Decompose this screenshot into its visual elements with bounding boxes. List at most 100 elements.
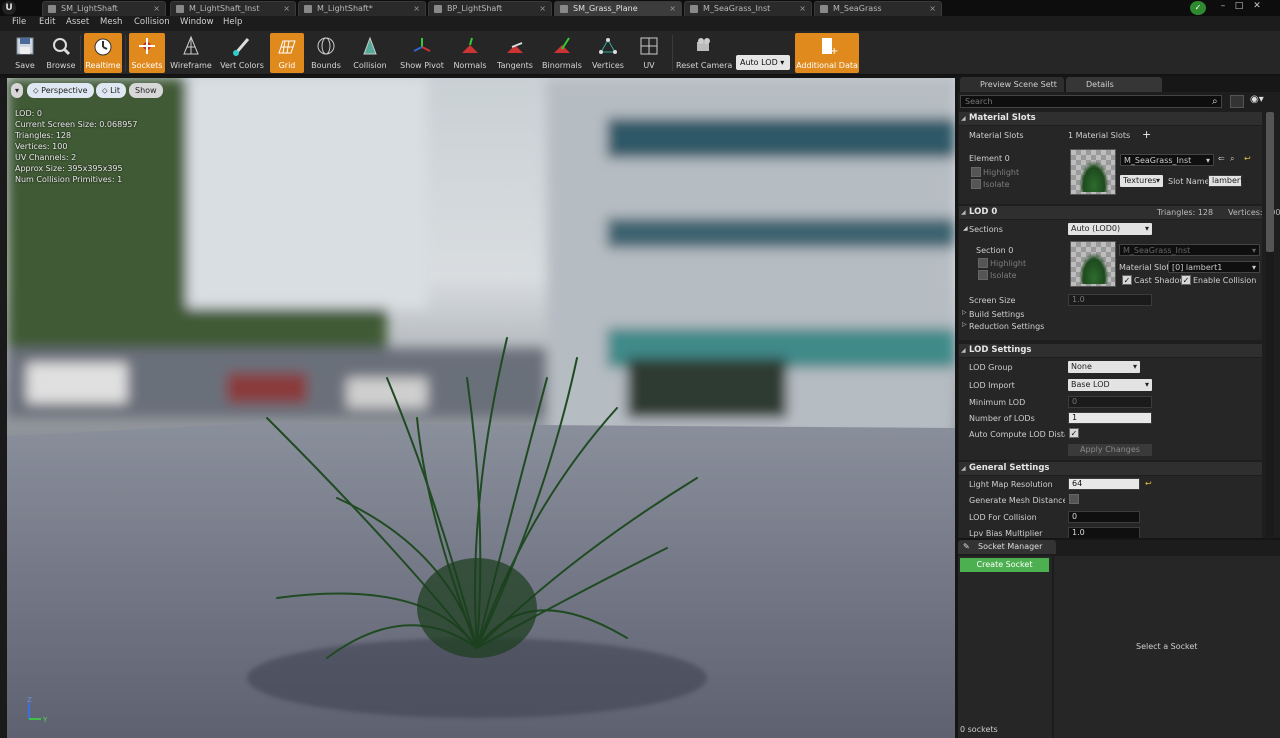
number-of-lods-field[interactable]: 1 [1068,412,1152,424]
lightmap-resolution-field[interactable]: 64 [1068,478,1140,490]
create-socket-button[interactable]: Create Socket [960,558,1049,572]
browse-button[interactable]: Browse [44,33,78,73]
maximize-icon[interactable]: □ [1232,0,1246,14]
tab-details[interactable]: Details [1066,77,1162,92]
source-control-icon[interactable]: ✓ [1190,1,1206,15]
wireframe-button[interactable]: Wireframe [168,33,214,73]
section-material-slots[interactable]: Material Slots [959,112,1262,125]
menu-mesh[interactable]: Mesh [100,17,122,27]
reset-arrow-icon[interactable]: ↩ [1145,479,1152,488]
save-icon [16,37,34,55]
material-dropdown[interactable]: M_SeaGrass_Inst [1120,154,1214,167]
viewport-options-button[interactable]: ▾ [11,83,24,98]
material-slot-dropdown[interactable]: [0] lambert1 [1168,261,1260,274]
minimize-icon[interactable]: – [1216,0,1230,14]
vertices-button[interactable]: Vertices [590,33,626,73]
section-isolate-checkbox[interactable] [978,270,988,280]
add-slot-icon[interactable]: + [1142,128,1151,141]
details-search-input[interactable]: Search [960,95,1222,108]
expand-arrow-icon[interactable]: ▷ [962,321,967,328]
tab-sm-grass-plane[interactable]: SM_Grass_Plane × [554,1,682,16]
socket-list[interactable] [958,556,1052,738]
tab-m-seagrass-inst[interactable]: M_SeaGrass_Inst × [684,1,812,16]
additional-data-button[interactable]: + Additional Data [795,33,859,73]
menu-edit[interactable]: Edit [39,17,55,27]
tangents-button[interactable]: Tangents [494,33,536,73]
close-window-icon[interactable]: ✕ [1250,0,1264,14]
screen-size-field[interactable]: 1.0 [1068,294,1152,306]
section-material-dropdown[interactable]: M_SeaGrass_Inst [1119,244,1260,257]
save-button[interactable]: Save [8,33,42,73]
bounds-button[interactable]: Bounds [308,33,344,73]
close-tab-icon[interactable]: × [283,2,290,16]
cast-shadow-checkbox[interactable]: ✓ [1122,275,1132,285]
grid-button[interactable]: Grid [270,33,304,73]
general-settings-body: Light Map Resolution 64 ↩ Generate Mesh … [959,476,1262,538]
section-lod-settings[interactable]: LOD Settings [959,344,1262,357]
material-thumbnail[interactable] [1070,149,1116,195]
tab-m-lightshaft[interactable]: M_LightShaft* × [298,1,426,16]
close-tab-icon[interactable]: × [669,2,676,16]
lit-button[interactable]: ⬦ Lit [96,83,126,98]
menu-window[interactable]: Window [180,17,214,27]
preview-viewport[interactable]: ▾ ⬦ Perspective ⬦ Lit Show LOD: 0 Curren… [7,78,955,738]
expand-arrow-icon[interactable]: ▷ [962,309,967,316]
auto-lod-dropdown[interactable]: Auto LOD ▾ [736,55,790,70]
slot-name-field[interactable]: lambert1 [1208,175,1248,187]
menu-file[interactable]: File [12,17,26,27]
auto-compute-lod-checkbox[interactable]: ✓ [1069,428,1079,438]
menu-asset[interactable]: Asset [66,17,89,27]
normals-button[interactable]: Normals [452,33,488,73]
collapse-arrow-icon[interactable]: ◢ [963,225,968,232]
lod-group-dropdown[interactable]: None [1068,361,1140,373]
generate-mesh-df-checkbox[interactable] [1069,494,1079,504]
browse-asset-icon[interactable]: ⌕ [1230,154,1234,164]
socket-details: Select a Socket [1054,556,1280,738]
tab-bp-lightshaft[interactable]: BP_LightShaft × [428,1,552,16]
tab-m-lightshaft-inst[interactable]: M_LightShaft_Inst × [170,1,296,16]
close-tab-icon[interactable]: × [413,2,420,16]
section-general-settings[interactable]: General Settings [959,462,1262,475]
use-selected-icon[interactable]: ⇐ [1218,154,1225,163]
vert-colors-button[interactable]: Vert Colors [218,33,266,73]
tab-m-seagrass[interactable]: M_SeaGrass × [814,1,942,16]
enable-collision-checkbox[interactable]: ✓ [1181,275,1191,285]
show-pivot-button[interactable]: Show Pivot [398,33,446,73]
lod-import-dropdown[interactable]: Base LOD [1068,379,1152,391]
close-tab-icon[interactable]: × [799,2,806,16]
reset-arrow-icon[interactable]: ↩ [1244,154,1251,163]
section-material-thumbnail[interactable] [1070,241,1116,287]
collision-button[interactable]: Collision [348,33,392,73]
realtime-button[interactable]: Realtime [84,33,122,73]
apply-changes-button[interactable]: Apply Changes [1068,444,1152,456]
tab-preview-scene-settings[interactable]: Preview Scene Sett [960,77,1064,92]
textures-dropdown[interactable]: Textures [1120,175,1163,187]
highlight-checkbox[interactable] [971,167,981,177]
close-tab-icon[interactable]: × [153,2,160,16]
menu-help[interactable]: Help [223,17,242,27]
uv-button[interactable]: UV [630,33,668,73]
perspective-button[interactable]: ⬦ Perspective [27,83,94,98]
binormals-button[interactable]: Binormals [540,33,584,73]
additional-data-icon: + [822,38,838,57]
grid-view-icon[interactable] [1230,95,1244,108]
lpv-bias-field[interactable]: 1.0 [1068,527,1140,538]
close-tab-icon[interactable]: × [539,2,546,16]
axis-gizmo: Z Y [27,696,48,723]
show-button[interactable]: Show [129,83,163,98]
section-lod0[interactable]: LOD 0 [959,206,1262,219]
minimum-lod-field[interactable]: 0 [1068,396,1152,408]
details-scrollbar-thumb[interactable] [1266,112,1274,252]
lod-for-collision-field[interactable]: 0 [1068,511,1140,523]
menu-collision[interactable]: Collision [134,17,170,27]
tab-socket-manager[interactable]: ✎ Socket Manager [958,540,1056,554]
sections-dropdown[interactable]: Auto (LOD0) [1068,223,1152,235]
tab-sm-lightshaft[interactable]: SM_LightShaft × [42,1,166,16]
isolate-checkbox[interactable] [971,179,981,189]
eye-icon[interactable]: ◉▾ [1250,94,1264,105]
reset-camera-button[interactable]: Reset Camera [676,33,732,73]
material-icon [820,5,828,13]
close-tab-icon[interactable]: × [929,2,936,16]
section-highlight-checkbox[interactable] [978,258,988,268]
sockets-button[interactable]: Sockets [129,33,165,73]
